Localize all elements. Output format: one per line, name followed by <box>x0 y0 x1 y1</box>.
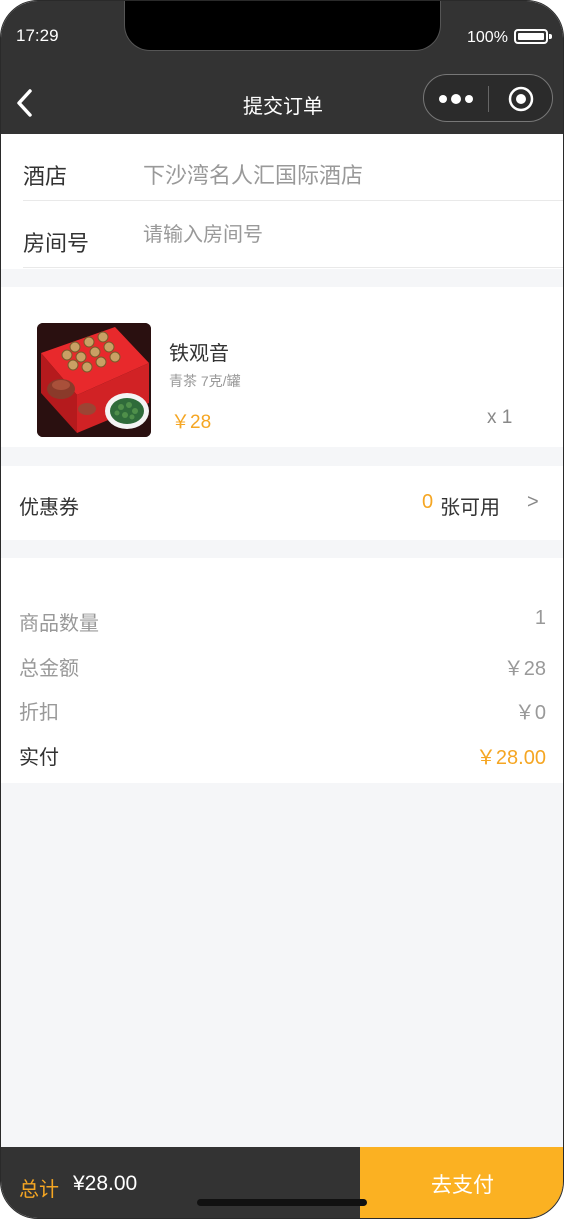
coupon-label: 优惠券 <box>19 497 79 519</box>
tea-gift-box-image <box>37 323 151 437</box>
order-form: 酒店 下沙湾名人汇国际酒店 房间号 <box>1 134 563 269</box>
coupon-unit: 张可用 <box>440 497 500 519</box>
capsule-divider <box>488 86 489 112</box>
target-icon <box>508 86 534 112</box>
battery-icon <box>514 29 552 44</box>
product-image <box>37 323 151 437</box>
summary-value: ￥28 <box>503 658 546 680</box>
hotel-row: 酒店 下沙湾名人汇国际酒店 <box>23 134 563 201</box>
summary-label: 总金额 <box>19 658 79 680</box>
more-dots-icon <box>439 94 473 104</box>
summary-label: 实付 <box>19 747 59 769</box>
room-number-input[interactable] <box>143 219 523 251</box>
home-indicator <box>197 1199 367 1206</box>
total-label: 总计 <box>19 1179 59 1201</box>
summary-label: 折扣 <box>19 702 59 724</box>
room-label: 房间号 <box>23 231 90 256</box>
summary-row-quantity: 商品数量 1 <box>19 607 546 637</box>
chevron-right-icon: > <box>527 491 539 513</box>
phone-frame: 17:29 100% 提交订单 酒店 下沙湾名人汇国际酒店 房间号 请输入房间号… <box>0 0 564 1219</box>
coupon-row[interactable]: 优惠券 0 张可用 > <box>1 466 563 540</box>
summary-value: 1 <box>534 607 546 629</box>
hotel-value: 下沙湾名人汇国际酒店 <box>143 163 364 188</box>
product-price: ￥28 <box>171 412 212 433</box>
close-mini-program-button[interactable] <box>508 86 534 112</box>
summary-row-total: 总金额 ￥28 <box>19 652 546 682</box>
checkout-bar: 总计 ¥28.00 去支付 <box>1 1147 563 1218</box>
product-card: 铁观音 青茶 7克/罐 ￥28 x 1 <box>1 287 563 447</box>
room-row: 房间号 <box>23 201 563 268</box>
summary-value: ￥0 <box>514 702 546 724</box>
top-bar: 17:29 100% 提交订单 <box>1 1 563 134</box>
product-name: 铁观音 <box>169 343 229 365</box>
status-time: 17:29 <box>16 26 59 45</box>
order-summary: 商品数量 1 总金额 ￥28 折扣 ￥0 实付 ￥28.00 <box>1 558 563 783</box>
camera-notch <box>124 1 441 51</box>
battery-percent: 100% <box>467 29 508 46</box>
summary-row-paid: 实付 ￥28.00 <box>19 741 546 771</box>
summary-value: ￥28.00 <box>475 747 546 769</box>
mini-program-capsule <box>423 74 553 122</box>
hotel-label: 酒店 <box>23 164 68 189</box>
summary-row-discount: 折扣 ￥0 <box>19 696 546 726</box>
summary-label: 商品数量 <box>19 613 99 635</box>
more-button[interactable] <box>438 89 478 109</box>
pay-button[interactable]: 去支付 <box>360 1147 563 1218</box>
product-quantity: x 1 <box>487 407 513 428</box>
product-spec: 青茶 7克/罐 <box>169 373 241 389</box>
total-value: ¥28.00 <box>73 1172 138 1195</box>
coupon-count: 0 <box>422 491 434 513</box>
